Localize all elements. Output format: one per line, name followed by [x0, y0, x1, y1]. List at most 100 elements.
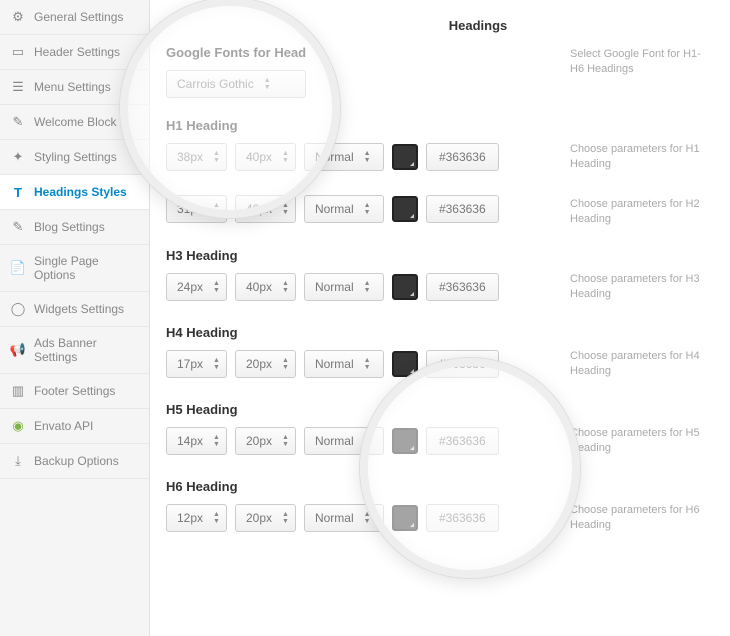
chevron-updown-icon: ▲▼ [364, 280, 371, 294]
line-height-select[interactable]: 20px ▲▼ [235, 427, 296, 455]
color-swatch[interactable] [392, 351, 418, 377]
sidebar-item-label: Header Settings [34, 45, 120, 59]
chevron-updown-icon: ▲▼ [364, 511, 371, 525]
chevron-updown-icon: ▲▼ [364, 434, 371, 448]
sidebar-item-header-settings[interactable]: ▭Header Settings [0, 35, 149, 70]
page-icon: 📄 [10, 260, 26, 276]
sidebar-item-headings-styles[interactable]: T Headings Styles [0, 175, 149, 210]
sidebar-item-label: Ads Banner Settings [34, 336, 139, 364]
sidebar-item-ads-banner-settings[interactable]: 📢 Ads Banner Settings [0, 327, 149, 374]
select-value: 17px [177, 357, 203, 371]
color-hex-value[interactable]: #363636 [426, 427, 499, 455]
help-text: Choose parameters for H3 Heading [560, 234, 710, 303]
sidebar-item-envato-api[interactable]: ◉Envato API [0, 409, 149, 444]
sidebar-item-label: Backup Options [34, 454, 119, 468]
font-weight-select[interactable]: Normal ▲▼ [304, 143, 384, 171]
sidebar-item-menu-settings[interactable]: ☰ Menu Settings [0, 70, 149, 105]
chevron-updown-icon: ▲▼ [213, 202, 220, 216]
color-swatch[interactable] [392, 274, 418, 300]
color-swatch[interactable] [392, 144, 418, 170]
menu-icon: ☰ [10, 79, 26, 95]
select-value: Normal [315, 202, 354, 216]
color-hex-value[interactable]: #363636 [426, 273, 499, 301]
sidebar-item-label: General Settings [34, 10, 123, 24]
chevron-updown-icon: ▲▼ [364, 357, 371, 371]
font-weight-select[interactable]: Normal▲▼ [304, 504, 384, 532]
font-weight-select[interactable]: Normal ▲▼ [304, 195, 384, 223]
main-panel: Headings Google Fonts for Head Carrois G… [150, 0, 730, 636]
sidebar: ⚙General Settings ▭Header Settings ☰ Menu… [0, 0, 150, 636]
line-height-select[interactable]: 20px ▲▼ [235, 350, 296, 378]
type-icon: T [10, 184, 26, 200]
line-height-select[interactable]: 40px▲▼ [235, 143, 296, 171]
select-value: 40px [246, 202, 272, 216]
select-value: 24px [177, 280, 203, 294]
help-text: Select Google Font for H1-H6 Headings [560, 45, 710, 78]
color-swatch[interactable] [392, 428, 418, 454]
google-font-select[interactable]: Carrois Gothic ▲▼ [166, 70, 306, 98]
sidebar-item-backup-options[interactable]: ⤓ Backup Options [0, 444, 149, 479]
sidebar-item-label: Headings Styles [34, 185, 127, 199]
chevron-updown-icon: ▲▼ [264, 77, 271, 91]
sidebar-item-label: Menu Settings [34, 80, 111, 94]
sidebar-item-general-settings[interactable]: ⚙General Settings [0, 0, 149, 35]
sidebar-item-label: Widgets Settings [34, 302, 124, 316]
select-value: 20px [246, 434, 272, 448]
font-size-select[interactable]: 38px▲▼ [166, 143, 227, 171]
font-weight-select[interactable]: Normal▲▼ [304, 350, 384, 378]
heading-label: H1 Heading [166, 118, 560, 133]
font-size-select[interactable]: 14px▲▼ [166, 427, 227, 455]
chevron-updown-icon: ▲▼ [282, 357, 289, 371]
font-weight-select[interactable]: Normal ▲▼ [304, 427, 384, 455]
color-hex-value[interactable]: #363636 [426, 350, 499, 378]
select-value: 38px [177, 150, 203, 164]
google-fonts-label: Google Fonts for Head [166, 45, 560, 60]
color-swatch[interactable] [392, 505, 418, 531]
chevron-updown-icon: ▲▼ [364, 150, 371, 164]
select-value: Carrois Gothic [177, 77, 254, 91]
blog-icon: ✎ [10, 219, 26, 235]
line-height-select[interactable]: 40px▲▼ [235, 195, 296, 223]
chevron-updown-icon: ▲▼ [213, 357, 220, 371]
chevron-updown-icon: ▲▼ [282, 434, 289, 448]
select-value: 20px [246, 511, 272, 525]
sidebar-item-welcome-block[interactable]: ✎ Welcome Block [0, 105, 149, 140]
download-icon: ⤓ [10, 453, 26, 469]
sidebar-item-widgets-settings[interactable]: ◯ Widgets Settings [0, 292, 149, 327]
sidebar-item-label: Welcome Block [34, 115, 116, 129]
sidebar-item-blog-settings[interactable]: ✎Blog Settings [0, 210, 149, 245]
color-swatch[interactable] [392, 196, 418, 222]
sidebar-item-label: Footer Settings [34, 384, 115, 398]
select-value: 40px [246, 150, 272, 164]
sidebar-item-label: Styling Settings [34, 150, 117, 164]
heading-label: H4 Heading [166, 325, 560, 340]
line-height-select[interactable]: 20px▲▼ [235, 504, 296, 532]
select-value: Normal [315, 150, 354, 164]
sidebar-item-single-page-options[interactable]: 📄 Single Page Options [0, 245, 149, 292]
sidebar-item-styling-settings[interactable]: ✦Styling Settings [0, 140, 149, 175]
heading-label: H6 Heading [166, 479, 560, 494]
widget-icon: ◯ [10, 301, 26, 317]
heading-label: H3 Heading [166, 248, 560, 263]
heading-label: H5 Heading [166, 402, 560, 417]
color-hex-value[interactable]: #363636 [426, 504, 499, 532]
font-size-select[interactable]: 17px ▲▼ [166, 350, 227, 378]
select-value: 20px [246, 357, 272, 371]
font-size-select[interactable]: 31px ▲▼ [166, 195, 227, 223]
megaphone-icon: 📢 [10, 342, 26, 358]
select-value: Normal [315, 434, 354, 448]
font-weight-select[interactable]: Normal▲▼ [304, 273, 384, 301]
sidebar-item-footer-settings[interactable]: ▥Footer Settings [0, 374, 149, 409]
line-height-select[interactable]: 40px▲▼ [235, 273, 296, 301]
leaf-icon: ◉ [10, 418, 26, 434]
font-size-select[interactable]: 24px▲▼ [166, 273, 227, 301]
sidebar-item-label: Single Page Options [34, 254, 139, 282]
font-size-select[interactable]: 12px▲▼ [166, 504, 227, 532]
chevron-updown-icon: ▲▼ [364, 202, 371, 216]
color-hex-value[interactable]: #363636 [426, 195, 499, 223]
pencil-icon: ✎ [10, 114, 26, 130]
color-hex-value[interactable]: #363636 [426, 143, 499, 171]
select-value: 12px [177, 511, 203, 525]
select-value: 31px [177, 202, 203, 216]
help-text: Choose parameters for H1 Heading [560, 104, 710, 173]
